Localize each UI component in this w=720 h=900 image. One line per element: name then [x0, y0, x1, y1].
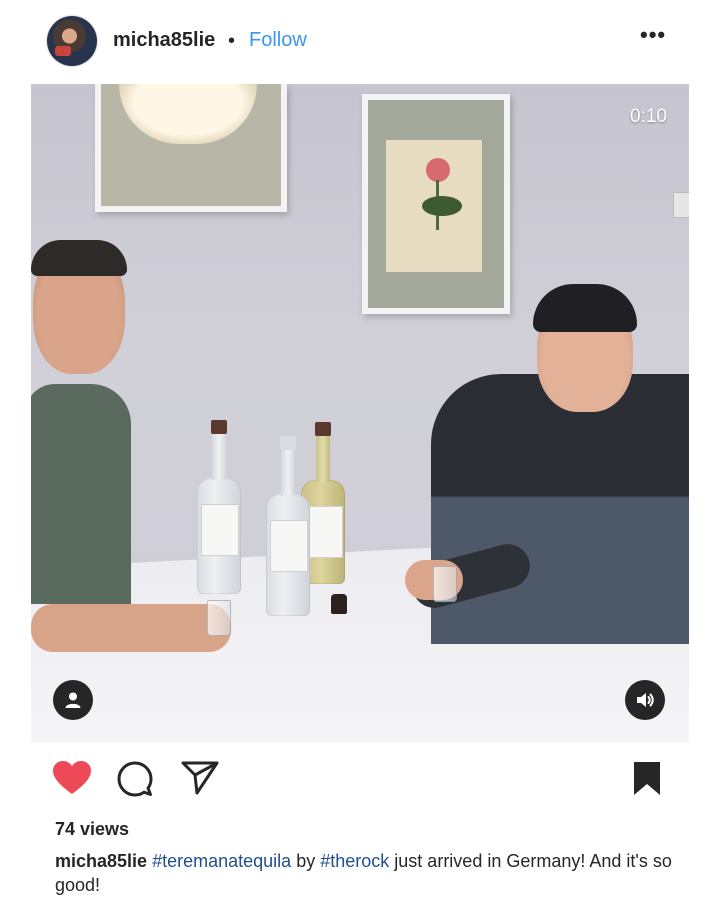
- shot-glass-right: [433, 566, 457, 602]
- audio-toggle-button[interactable]: [625, 680, 665, 720]
- video-player[interactable]: 0:10: [31, 84, 689, 742]
- heart-icon[interactable]: [52, 760, 92, 796]
- person-left-hair: [31, 240, 127, 276]
- bottle-center: [266, 436, 310, 616]
- caption-username[interactable]: micha85lie: [55, 851, 147, 871]
- user-icon: [65, 692, 81, 708]
- person-left-arm: [31, 604, 231, 652]
- username[interactable]: micha85lie: [113, 29, 215, 52]
- hashtag-link[interactable]: #teremanatequila: [152, 851, 291, 871]
- user-tags-button[interactable]: [53, 680, 93, 720]
- bottle-left: [197, 420, 241, 594]
- bottle-cork: [331, 594, 347, 614]
- video-timestamp: 0:10: [630, 106, 667, 127]
- speaker-icon: [637, 693, 654, 707]
- avatar[interactable]: [47, 16, 97, 66]
- follow-button[interactable]: Follow: [249, 29, 307, 52]
- shot-glass-left: [207, 600, 231, 636]
- flower-print-frame: [362, 94, 510, 314]
- action-bar: [0, 742, 720, 816]
- separator-dot: •: [228, 30, 236, 52]
- more-options-icon[interactable]: •••: [640, 22, 666, 48]
- comment-icon[interactable]: [117, 761, 153, 797]
- person-right-body: [431, 374, 689, 644]
- person-left-body: [31, 384, 131, 604]
- lamp-frame: [95, 84, 287, 212]
- view-count: 74 views: [55, 819, 130, 839]
- hashtag-link[interactable]: #therock: [320, 851, 389, 871]
- bookmark-icon[interactable]: [631, 760, 663, 798]
- wall-outlet: [673, 192, 689, 218]
- post-header: micha85lie • Follow •••: [0, 0, 720, 84]
- post-caption: micha85lie #teremanatequila by #therock …: [55, 849, 675, 897]
- paper-plane-icon[interactable]: [181, 760, 219, 796]
- caption-text: by: [296, 851, 316, 871]
